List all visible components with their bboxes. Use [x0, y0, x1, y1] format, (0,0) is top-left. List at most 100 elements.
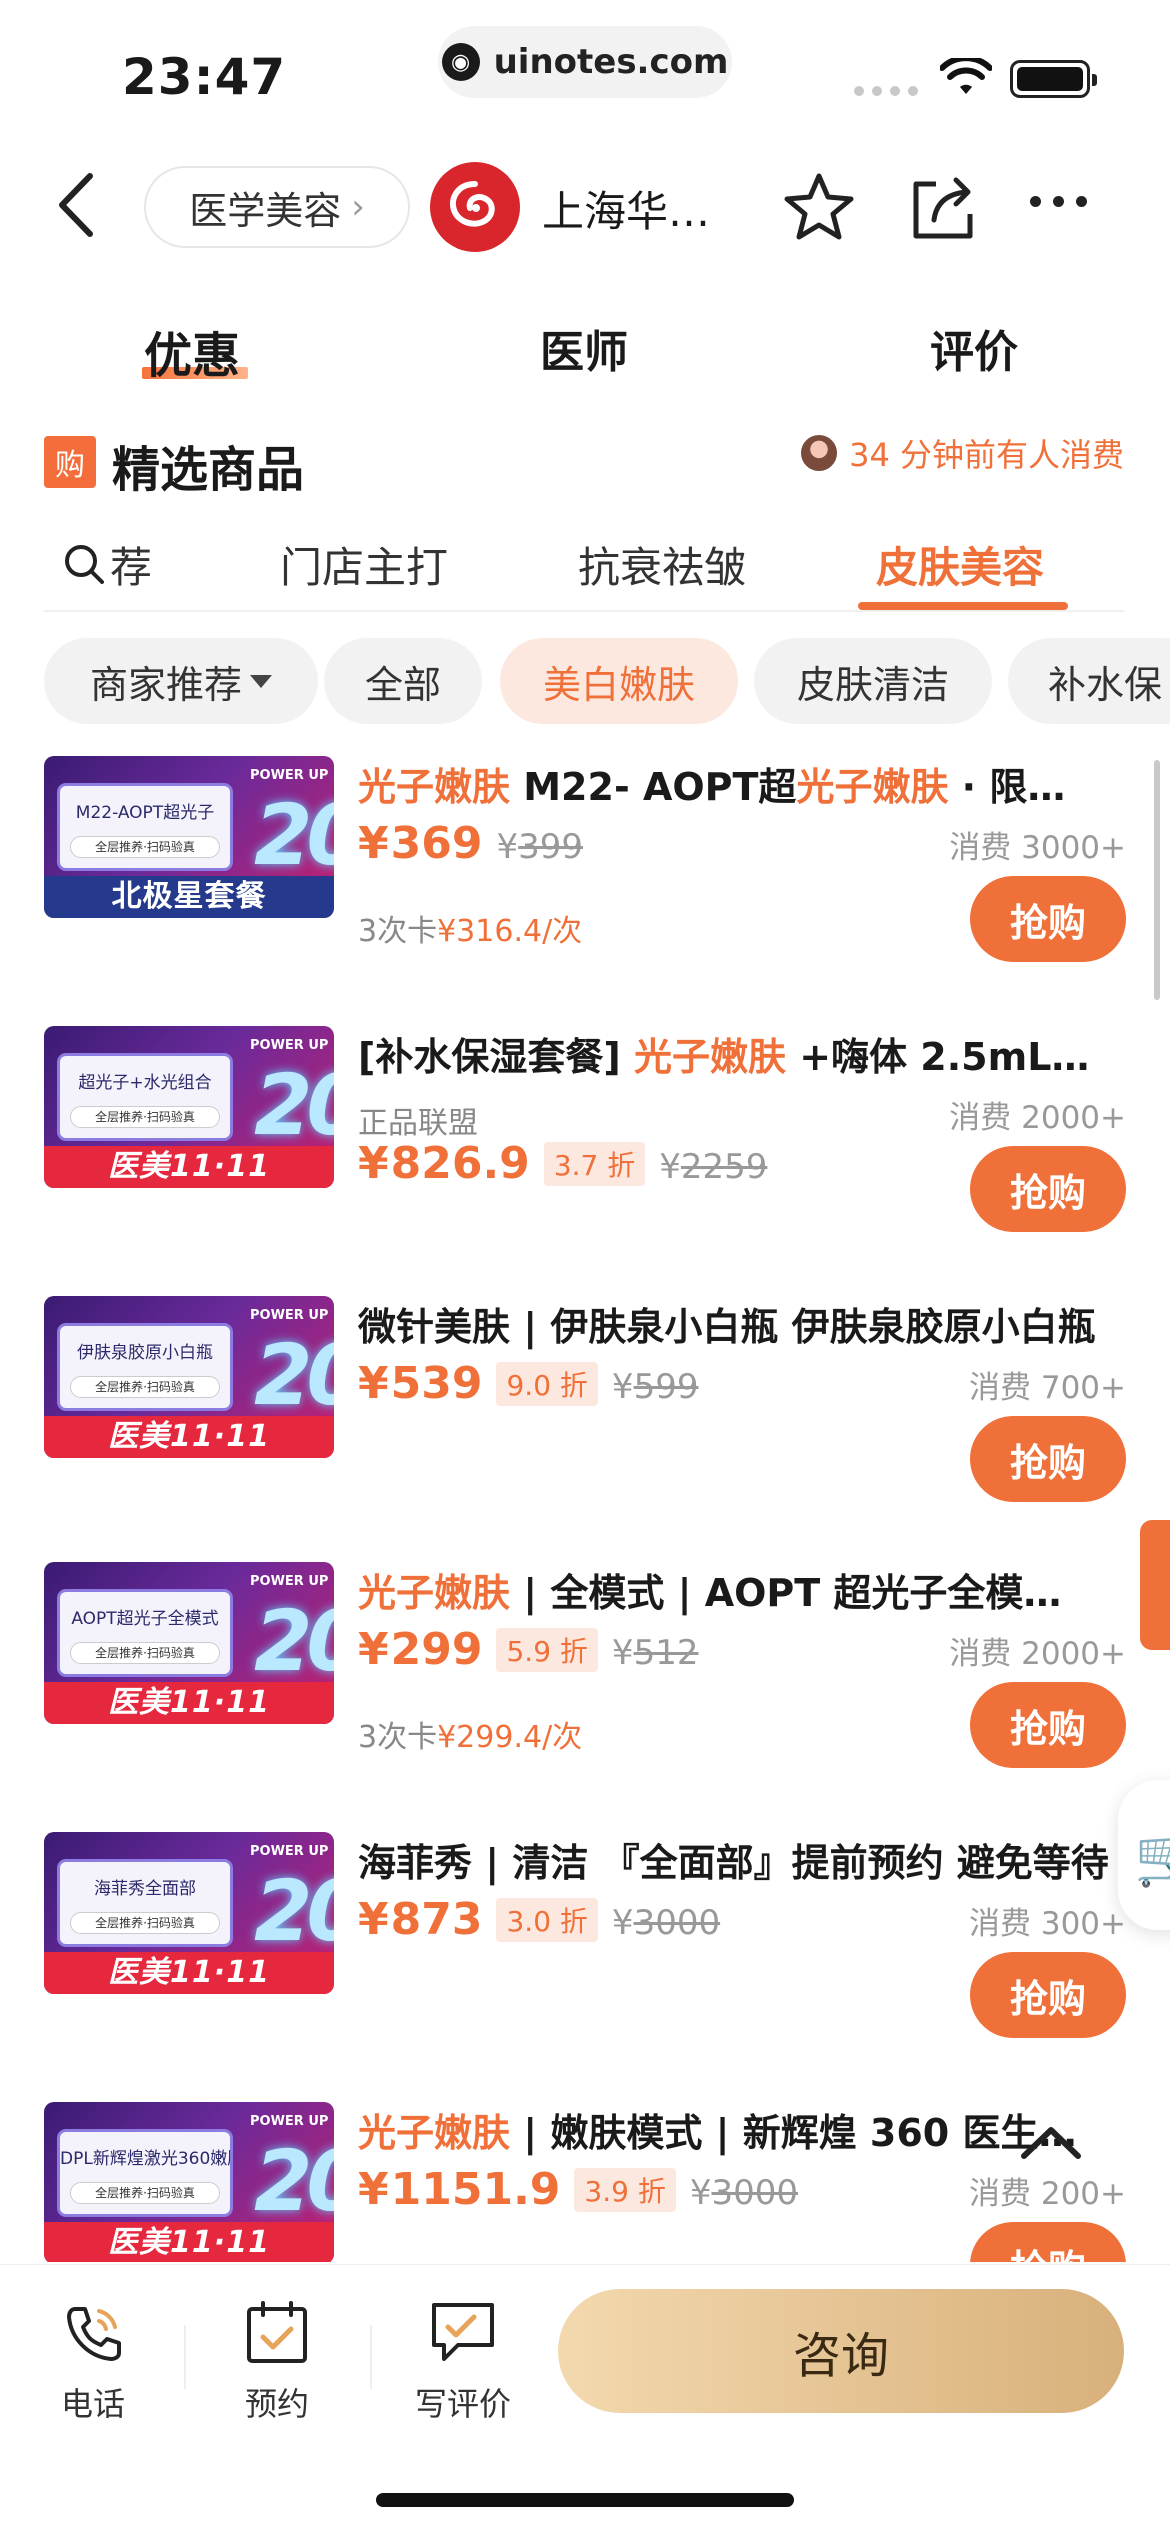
thumbnail-number: 20: [254, 1862, 334, 1960]
product-price: ¥873 3.0 折 ¥3000: [358, 1894, 721, 1945]
thumbnail-card: 超光子+水光组合 全层推养·扫码验真: [60, 1056, 230, 1138]
product-thumbnail: POWER UP AOPT超光子全模式 全层推养·扫码验真 20 医美11·11: [44, 1562, 334, 1724]
floating-side-tab[interactable]: [1140, 1520, 1170, 1650]
thumbnail-number: 20: [254, 1056, 334, 1154]
status-bar: 23:47 ◉ uinotes.com: [0, 0, 1170, 140]
booking-button[interactable]: 预约: [222, 2295, 332, 2425]
thumbnail-card: 海菲秀全面部 全层推养·扫码验真: [60, 1862, 230, 1944]
floating-cart-button[interactable]: 🛒: [1118, 1780, 1170, 1930]
product-item[interactable]: POWER UP M22-AOPT超光子 全层推养·扫码验真 20 北极星套餐 …: [44, 756, 1126, 976]
sold-count: 消费 3000+: [949, 830, 1126, 866]
favorite-star-icon[interactable]: [782, 170, 856, 244]
thumbnail-number: 20: [254, 786, 334, 884]
filter-chip-whitening[interactable]: 美白嫩肤: [500, 638, 738, 724]
write-review-button[interactable]: 写评价: [408, 2295, 518, 2425]
phone-label: 电话: [60, 2385, 125, 2423]
product-item[interactable]: POWER UP 伊肤泉胶原小白瓶 全层推养·扫码验真 20 医美11·11 微…: [44, 1296, 1126, 1516]
thumbnail-badge: POWER UP: [250, 2114, 329, 2129]
back-to-top-icon[interactable]: [1010, 2100, 1092, 2182]
original-price: ¥3000: [611, 1903, 721, 1943]
booking-label: 预约: [244, 2385, 309, 2423]
avatar: [799, 433, 840, 473]
write-review-label: 写评价: [414, 2385, 511, 2423]
consult-button[interactable]: 咨询: [558, 2289, 1124, 2413]
product-thumbnail: POWER UP 海菲秀全面部 全层推养·扫码验真 20 医美11·11: [44, 1832, 334, 1994]
chevron-right-icon: ›: [351, 187, 365, 227]
filter-chip-merchant-recommend[interactable]: 商家推荐: [44, 638, 318, 724]
product-thumbnail: POWER UP 伊肤泉胶原小白瓶 全层推养·扫码验真 20 医美11·11: [44, 1296, 334, 1458]
thumbnail-card: DPL新辉煌激光360嫩肤 全层推养·扫码验真: [60, 2132, 230, 2214]
discount-badge: 5.9 折: [496, 1627, 598, 1672]
share-icon[interactable]: [906, 170, 980, 244]
thumbnail-card: AOPT超光子全模式 全层推养·扫码验真: [60, 1592, 230, 1674]
discount-badge: 3.0 折: [496, 1897, 598, 1942]
swirl-logo-icon: [450, 181, 495, 227]
shop-name[interactable]: 上海华…: [542, 178, 722, 239]
buy-button[interactable]: 抢购: [970, 1682, 1126, 1768]
more-options-icon[interactable]: [1030, 196, 1087, 207]
buy-button[interactable]: 抢购: [970, 1146, 1126, 1232]
original-price: ¥512: [611, 1633, 699, 1673]
main-tabs: 优惠 医师 评价: [0, 300, 1170, 390]
thumbnail-card: M22-AOPT超光子 全层推养·扫码验真: [60, 786, 230, 868]
status-time: 23:47: [122, 48, 287, 106]
product-price: ¥299 5.9 折 ¥512: [358, 1624, 699, 1675]
url-pill[interactable]: ◉ uinotes.com: [438, 26, 732, 98]
filter-chip-hydration[interactable]: 补水保: [1008, 638, 1170, 724]
filter-chip-cleansing[interactable]: 皮肤清洁: [754, 638, 992, 724]
package-price: 3次卡¥299.4/次: [358, 1720, 583, 1755]
thumbnail-badge: POWER UP: [250, 1308, 329, 1323]
thumbnail-badge: POWER UP: [250, 1844, 329, 1859]
back-arrow-icon[interactable]: [50, 170, 110, 240]
buy-button[interactable]: 抢购: [970, 876, 1126, 962]
product-thumbnail: POWER UP 超光子+水光组合 全层推养·扫码验真 20 医美11·11: [44, 1026, 334, 1188]
product-title: [补水保湿套餐] 光子嫩肤 +嗨体 2.5mL…: [358, 1035, 1090, 1079]
filter-chip-all[interactable]: 全部: [324, 638, 482, 724]
original-price: ¥399: [496, 827, 584, 867]
buy-button[interactable]: 抢购: [970, 1416, 1126, 1502]
phone-button[interactable]: 电话: [38, 2295, 148, 2425]
search-icon[interactable]: [62, 542, 106, 586]
sub-tab-anti-aging[interactable]: 抗衰祛皱: [578, 534, 746, 595]
product-item[interactable]: POWER UP DPL新辉煌激光360嫩肤 全层推养·扫码验真 20 医美11…: [44, 2102, 1126, 2262]
thumbnail-band: 医美11·11: [44, 1952, 334, 1994]
sold-count: 消费 300+: [969, 1906, 1126, 1942]
discount-badge: 9.0 折: [496, 1361, 598, 1406]
filter-chip-label: 皮肤清洁: [796, 662, 949, 707]
tab-deals[interactable]: 优惠: [144, 316, 240, 386]
home-indicator: [376, 2493, 794, 2507]
discount-badge: 3.7 折: [543, 1141, 646, 1186]
cart-icon: 🛒: [1134, 1825, 1170, 1890]
recent-purchase-text: 34 分钟前有人消费: [849, 436, 1124, 474]
thumbnail-band: 医美11·11: [44, 1416, 334, 1458]
category-breadcrumb[interactable]: 医学美容 ›: [144, 166, 410, 248]
sub-tabs: 荐 门店主打 抗衰祛皱 皮肤美容: [44, 520, 1124, 612]
sub-tab-skin-beauty[interactable]: 皮肤美容: [876, 534, 1044, 595]
sub-tab-underline: [858, 602, 1068, 610]
calendar-check-icon: [247, 2301, 307, 2363]
product-item[interactable]: POWER UP 超光子+水光组合 全层推养·扫码验真 20 医美11·11 […: [44, 1026, 1126, 1246]
product-item[interactable]: POWER UP AOPT超光子全模式 全层推养·扫码验真 20 医美11·11…: [44, 1562, 1126, 1782]
thumbnail-badge: POWER UP: [250, 1038, 329, 1053]
original-price: ¥2259: [659, 1147, 768, 1187]
scrollbar[interactable]: [1154, 760, 1160, 1000]
filter-chip-label: 全部: [364, 662, 441, 707]
sub-tab-recommend[interactable]: 荐: [110, 534, 152, 595]
original-price: ¥599: [611, 1367, 699, 1407]
buy-button[interactable]: 抢购: [970, 2222, 1126, 2262]
discount-badge: 3.9 折: [574, 2167, 676, 2212]
tab-doctors[interactable]: 医师: [540, 316, 628, 380]
sub-tab-store-featured[interactable]: 门店主打: [280, 534, 448, 595]
buy-button[interactable]: 抢购: [970, 1952, 1126, 2038]
site-icon: ◉: [441, 43, 480, 81]
url-text: uinotes.com: [493, 42, 729, 82]
filter-chip-label: 补水保: [1048, 662, 1163, 707]
tab-reviews[interactable]: 评价: [930, 316, 1018, 380]
product-item[interactable]: POWER UP 海菲秀全面部 全层推养·扫码验真 20 医美11·11 海菲秀…: [44, 1832, 1126, 2052]
wifi-icon: [940, 58, 992, 94]
section-title: 精选商品: [112, 442, 305, 498]
thumbnail-card: 伊肤泉胶原小白瓶 全层推养·扫码验真: [60, 1326, 230, 1408]
shop-logo[interactable]: [430, 162, 520, 252]
category-label: 医学美容: [189, 188, 342, 233]
product-title: 光子嫩肤 M22- AOPT超光子嫩肤 · 限…: [358, 765, 1066, 809]
